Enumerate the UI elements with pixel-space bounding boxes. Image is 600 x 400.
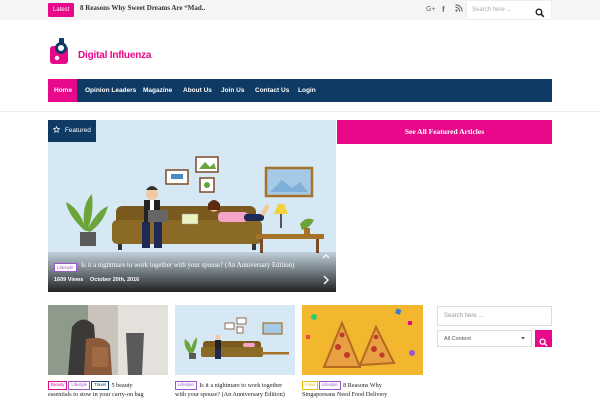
nav-item-magazine[interactable]: Magazine [137,79,178,102]
badge-travel[interactable]: Travel [91,381,109,390]
site-logo[interactable]: Digital Influenza [48,36,166,68]
card-image-pizza[interactable] [302,305,423,375]
featured-date: October 20th, 2016 [90,277,140,283]
nav-item-login[interactable]: Login [292,79,322,102]
card-title-spouse-line2[interactable]: with your spouse? (An Anniversary Editio… [175,391,285,398]
badge-lifestyle[interactable]: Lifestyle [318,381,341,390]
card-text-pizza: Food Lifestyle 8 Reasons Why Singaporeans… [302,381,426,399]
svg-text:f: f [442,5,445,13]
badge-beauty[interactable]: Beauty [48,381,68,390]
header-search-placeholder: Search here ... [472,7,512,13]
card-title-spouse-line1[interactable]: Is it a nightmare to work together [199,382,282,389]
featured-views: 1609 Views [54,277,84,283]
featured-tag: Featured [48,120,96,142]
card-image-beauty[interactable] [48,305,168,375]
search-icon [539,334,548,352]
sidebar-search-input[interactable]: Search here ... [437,306,552,326]
featured-tag-label: Featured [64,127,91,134]
nav-item-join-us[interactable]: Join Us [215,79,250,102]
google-plus-icon[interactable]: G+ [426,4,436,15]
rss-icon[interactable] [455,4,463,14]
logo-icon [50,38,68,64]
card-text-beauty: Beauty Lifestyle Travel 5 beauty essential… [48,381,170,399]
chevron-right-icon[interactable] [322,275,330,288]
featured-category-badge[interactable]: Lifestyle [54,263,77,272]
facebook-icon[interactable]: f [441,4,447,15]
card-title-pizza-line1[interactable]: 8 Reasons Why [343,382,382,389]
content-type-select[interactable]: All Content [437,330,532,347]
star-icon [52,125,62,134]
search-icon[interactable] [535,5,545,18]
card-title-beauty-line2[interactable]: essentials to stow in your carry-on bag [48,391,144,398]
card-title-pizza-line2[interactable]: Singaporeans Need Food Delivery [302,391,387,398]
main-nav: Home Opinion Leaders Magazine About Us J… [48,79,552,102]
nav-item-home[interactable]: Home [48,79,77,102]
latest-badge: Latest [48,3,75,17]
featured-slider[interactable]: Featured Lifestyle Is it a nightmare to … [48,120,336,292]
card-image-spouse[interactable] [175,305,295,375]
news-ticker-link[interactable]: 8 Reasons Why Sweet Dreams Are “Mad.. [80,4,205,12]
card-title-beauty-line1[interactable]: 5 beauty [111,382,132,389]
top-bar: Latest 8 Reasons Why Sweet Dreams Are “M… [0,0,600,20]
sidebar-search-button[interactable] [535,330,552,347]
badge-lifestyle[interactable]: Lifestyle [68,381,91,390]
sidebar-search-placeholder: Search here ... [444,313,484,319]
nav-item-contact-us[interactable]: Contact Us [249,79,295,102]
svg-text:G+: G+ [426,6,436,13]
chevron-down-icon [520,335,526,343]
see-all-featured-button[interactable]: See All Featured Articles [337,120,552,144]
featured-title-link[interactable]: Is it a nightmare to work together with … [81,262,294,269]
logo-text: Digital Influenza [78,50,152,61]
header-divider [0,111,600,112]
header-search-input[interactable]: Search here ... [466,0,552,20]
nav-item-about-us[interactable]: About Us [177,79,218,102]
badge-food[interactable]: Food [302,381,318,390]
nav-item-opinion-leaders[interactable]: Opinion Leaders [79,79,142,102]
content-type-select-value: All Content [444,336,471,342]
chevron-up-icon[interactable] [322,251,330,262]
featured-caption-overlay [48,252,336,292]
card-text-spouse: Lifestyle Is it a nightmare to work toge… [175,381,301,399]
badge-lifestyle[interactable]: Lifestyle [175,381,197,390]
